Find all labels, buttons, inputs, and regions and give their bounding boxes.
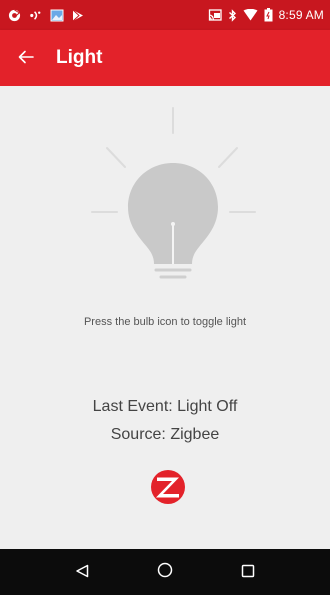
status-left-icons	[8, 9, 84, 22]
photo-icon	[50, 9, 64, 22]
status-bar: 8:59 AM	[0, 0, 330, 30]
page-title: Light	[56, 47, 103, 68]
bluetooth-icon	[228, 8, 237, 22]
wifi-icon	[243, 9, 258, 21]
zigbee-logo-icon	[150, 469, 186, 505]
light-control-panel: Press the bulb icon to toggle light Last…	[0, 86, 330, 549]
lightbulb-icon	[91, 107, 256, 279]
arrow-left-icon	[18, 49, 34, 68]
battery-icon	[264, 8, 273, 22]
last-event-text: Last Event: Light Off	[92, 398, 238, 415]
back-button[interactable]	[0, 30, 52, 86]
toggle-hint: Press the bulb icon to toggle light	[83, 316, 247, 328]
lightbulb-toggle-button[interactable]	[85, 101, 260, 286]
chrome-icon	[8, 9, 21, 22]
app-bar: Light	[0, 30, 330, 86]
signal-dots-icon	[29, 9, 42, 22]
nav-home-icon	[157, 562, 173, 582]
nav-recents-icon	[241, 563, 255, 582]
nav-back-icon	[75, 563, 89, 582]
nav-recents-button[interactable]	[228, 552, 268, 592]
cast-icon	[208, 9, 222, 21]
status-right-icons: 8:59 AM	[208, 8, 324, 22]
system-nav-bar	[0, 549, 330, 595]
event-source-text: Source: Zigbee	[110, 426, 220, 443]
play-store-icon	[72, 9, 84, 22]
status-time: 8:59 AM	[278, 8, 324, 22]
nav-back-button[interactable]	[62, 552, 102, 592]
nav-home-button[interactable]	[145, 552, 185, 592]
